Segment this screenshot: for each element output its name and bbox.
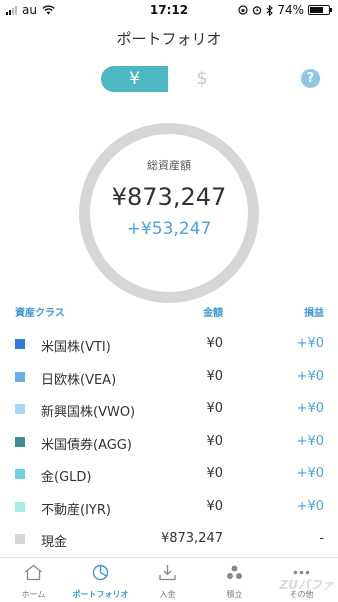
asset-name: 新興国株(VWO)	[41, 405, 136, 420]
table-row[interactable]: 不動産(IYR) ¥0 +¥0	[0, 491, 338, 523]
page-title: ポートフォリオ	[116, 30, 222, 48]
asset-name: 日欧株(VEA)	[41, 373, 117, 388]
asset-name: 米国株(VTI)	[41, 340, 111, 355]
asset-profit: +¥0	[296, 369, 324, 384]
help-icon[interactable]: ?	[301, 69, 320, 88]
status-bar: au 17:12 74%	[0, 0, 338, 20]
tab-home[interactable]: ホーム	[0, 558, 67, 602]
table-row[interactable]: 米国債券(AGG) ¥0 +¥0	[0, 426, 338, 458]
watermark-logo: ZUバファ	[279, 578, 334, 592]
asset-table-header: 資産クラス 金額 損益	[0, 300, 338, 320]
asset-profit: -	[319, 531, 324, 546]
color-swatch	[15, 437, 25, 447]
asset-profit: +¥0	[296, 336, 324, 351]
table-row[interactable]: 新興国株(VWO) ¥0 +¥0	[0, 393, 338, 425]
asset-amount: ¥0	[206, 401, 223, 416]
header-asset-class: 資産クラス	[15, 308, 65, 319]
tab-label: ポートフォリオ	[72, 590, 129, 599]
color-swatch	[15, 502, 25, 512]
alarm-icon	[253, 6, 262, 15]
asset-amount: ¥0	[206, 499, 223, 514]
color-swatch	[15, 404, 25, 414]
color-swatch	[15, 372, 25, 382]
battery-level	[310, 7, 324, 13]
total-assets-label: 総資産額	[147, 159, 191, 172]
tab-deposit[interactable]: 入金	[134, 558, 201, 602]
tab-label: 積立	[226, 590, 243, 599]
asset-profit: +¥0	[296, 466, 324, 481]
battery-icon	[308, 5, 332, 15]
header-amount: 金額	[203, 308, 223, 319]
deposit-icon	[159, 565, 176, 581]
table-row[interactable]: 米国株(VTI) ¥0 +¥0	[0, 328, 338, 360]
color-swatch	[15, 534, 25, 544]
asset-name: 米国債券(AGG)	[41, 438, 132, 453]
asset-amount: ¥0	[206, 369, 223, 384]
portfolio-icon	[92, 564, 109, 581]
rotation-lock-icon	[238, 5, 248, 15]
total-assets-value: ¥873,247	[111, 183, 227, 211]
table-row[interactable]: 日欧株(VEA) ¥0 +¥0	[0, 361, 338, 393]
tab-savings[interactable]: 積立	[201, 558, 268, 602]
color-swatch	[15, 469, 25, 479]
asset-profit: +¥0	[296, 401, 324, 416]
color-swatch	[15, 339, 25, 349]
asset-amount: ¥0	[206, 466, 223, 481]
asset-profit: +¥0	[296, 434, 324, 449]
table-row[interactable]: 現金 ¥873,247 -	[0, 523, 338, 555]
table-row[interactable]: 金(GLD) ¥0 +¥0	[0, 458, 338, 490]
yen-toggle-button[interactable]: ¥	[101, 66, 168, 92]
dollar-toggle-button[interactable]: $	[168, 66, 236, 92]
tab-portfolio[interactable]: ポートフォリオ	[67, 558, 134, 602]
asset-profit: +¥0	[296, 499, 324, 514]
asset-name: 不動産(IYR)	[41, 503, 111, 518]
total-gain-value: +¥53,247	[126, 219, 212, 239]
asset-name: 現金	[41, 535, 68, 550]
tab-label: 入金	[159, 590, 176, 599]
status-right: 74%	[238, 3, 332, 17]
asset-amount: ¥0	[206, 336, 223, 351]
home-icon	[25, 564, 42, 581]
currency-toggle: ¥ $	[101, 66, 236, 92]
bluetooth-icon	[266, 4, 274, 16]
portfolio-donut-chart	[79, 123, 259, 303]
asset-name: 金(GLD)	[41, 470, 92, 485]
asset-amount: ¥873,247	[160, 531, 223, 546]
battery-percent: 74%	[277, 3, 304, 17]
savings-icon	[227, 565, 242, 579]
asset-amount: ¥0	[206, 434, 223, 449]
tab-label: ホーム	[21, 590, 46, 599]
header-profit: 損益	[304, 308, 324, 319]
